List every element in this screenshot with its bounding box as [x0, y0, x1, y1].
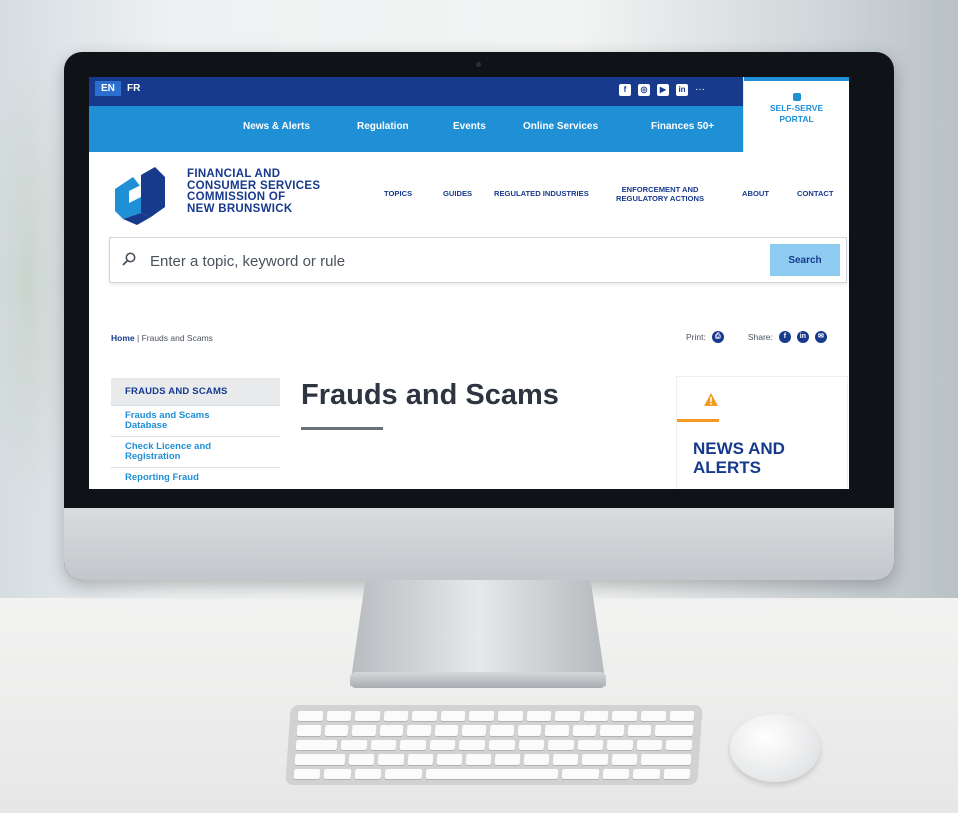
nav-news-alerts[interactable]: News & Alerts — [243, 121, 310, 132]
website-screen: EN FR f ◎ ▶ in ··· News & Alerts Regulat… — [89, 77, 849, 489]
mouse — [730, 714, 820, 782]
search-bar: Search — [109, 237, 847, 283]
instagram-icon[interactable]: ◎ — [638, 84, 650, 96]
nav-finances-50[interactable]: Finances 50+ — [651, 121, 714, 132]
title-divider — [301, 427, 383, 430]
webcam — [476, 62, 481, 67]
search-icon — [122, 252, 136, 266]
lang-en-link[interactable]: EN — [95, 81, 121, 96]
sidebar-item-reporting-fraud[interactable]: Reporting Fraud — [111, 467, 280, 488]
utility-bar: EN FR f ◎ ▶ in ··· — [89, 77, 743, 106]
linkedin-icon[interactable]: in — [676, 84, 688, 96]
print-icon[interactable]: ⎙ — [711, 331, 724, 343]
nav-about[interactable]: ABOUT — [742, 189, 769, 198]
search-button[interactable]: Search — [770, 244, 840, 276]
top-nav: News & Alerts Regulation Events Online S… — [89, 106, 743, 152]
keyboard — [285, 705, 703, 785]
share-email-icon[interactable]: ✉ — [814, 331, 827, 343]
lang-fr-link[interactable]: FR — [127, 83, 140, 94]
login-icon — [792, 93, 801, 101]
news-accent-rule — [677, 419, 719, 422]
more-icon[interactable]: ··· — [695, 84, 705, 96]
nav-events[interactable]: Events — [453, 121, 486, 132]
sidebar-item-database[interactable]: Frauds and Scams Database — [111, 405, 280, 436]
share-label: Share: — [747, 332, 773, 342]
news-alerts-panel: NEWS AND ALERTS — [677, 377, 847, 489]
share-linkedin-icon[interactable]: in — [796, 331, 809, 343]
portal-accent-bar — [744, 77, 849, 81]
nav-contact[interactable]: CONTACT — [797, 189, 834, 198]
fcnb-logo-icon[interactable] — [111, 167, 167, 225]
breadcrumb-current: Frauds and Scams — [141, 333, 213, 343]
section-sidebar: FRAUDS AND SCAMS Frauds and Scams Databa… — [111, 378, 280, 489]
facebook-icon[interactable]: f — [619, 84, 631, 96]
nav-topics[interactable]: TOPICS — [384, 189, 412, 198]
monitor-stand — [350, 580, 606, 686]
nav-guides[interactable]: GUIDES — [443, 189, 472, 198]
warning-icon — [704, 393, 718, 406]
page-title: Frauds and Scams — [301, 379, 559, 411]
self-serve-portal-button[interactable]: SELF-SERVE PORTAL — [743, 77, 849, 152]
share-facebook-icon[interactable]: f — [778, 331, 791, 343]
social-links: f ◎ ▶ in ··· — [619, 84, 705, 96]
print-label: Print: — [686, 332, 706, 342]
sidebar-item-check-licence[interactable]: Check Licence and Registration — [111, 436, 280, 467]
page-tools: Print: ⎙ Share: f in ✉ — [686, 331, 827, 343]
sidebar-heading: FRAUDS AND SCAMS — [111, 378, 280, 405]
youtube-icon[interactable]: ▶ — [657, 84, 669, 96]
search-input[interactable] — [150, 248, 750, 274]
nav-regulation[interactable]: Regulation — [357, 121, 409, 132]
logo-wordmark[interactable]: FINANCIAL AND CONSUMER SERVICES COMMISSI… — [187, 168, 347, 215]
news-alerts-title[interactable]: NEWS AND ALERTS — [693, 439, 785, 477]
breadcrumb-home-link[interactable]: Home — [111, 333, 135, 343]
monitor-chin — [64, 508, 894, 580]
background-plant — [0, 40, 70, 520]
nav-online-services[interactable]: Online Services — [523, 121, 598, 132]
portal-label: SELF-SERVE PORTAL — [769, 103, 824, 124]
monitor-base — [350, 672, 606, 688]
breadcrumb: Home | Frauds and Scams — [111, 333, 213, 343]
nav-regulated-industries[interactable]: REGULATED INDUSTRIES — [494, 189, 589, 198]
nav-enforcement[interactable]: ENFORCEMENT AND REGULATORY ACTIONS — [616, 185, 704, 203]
